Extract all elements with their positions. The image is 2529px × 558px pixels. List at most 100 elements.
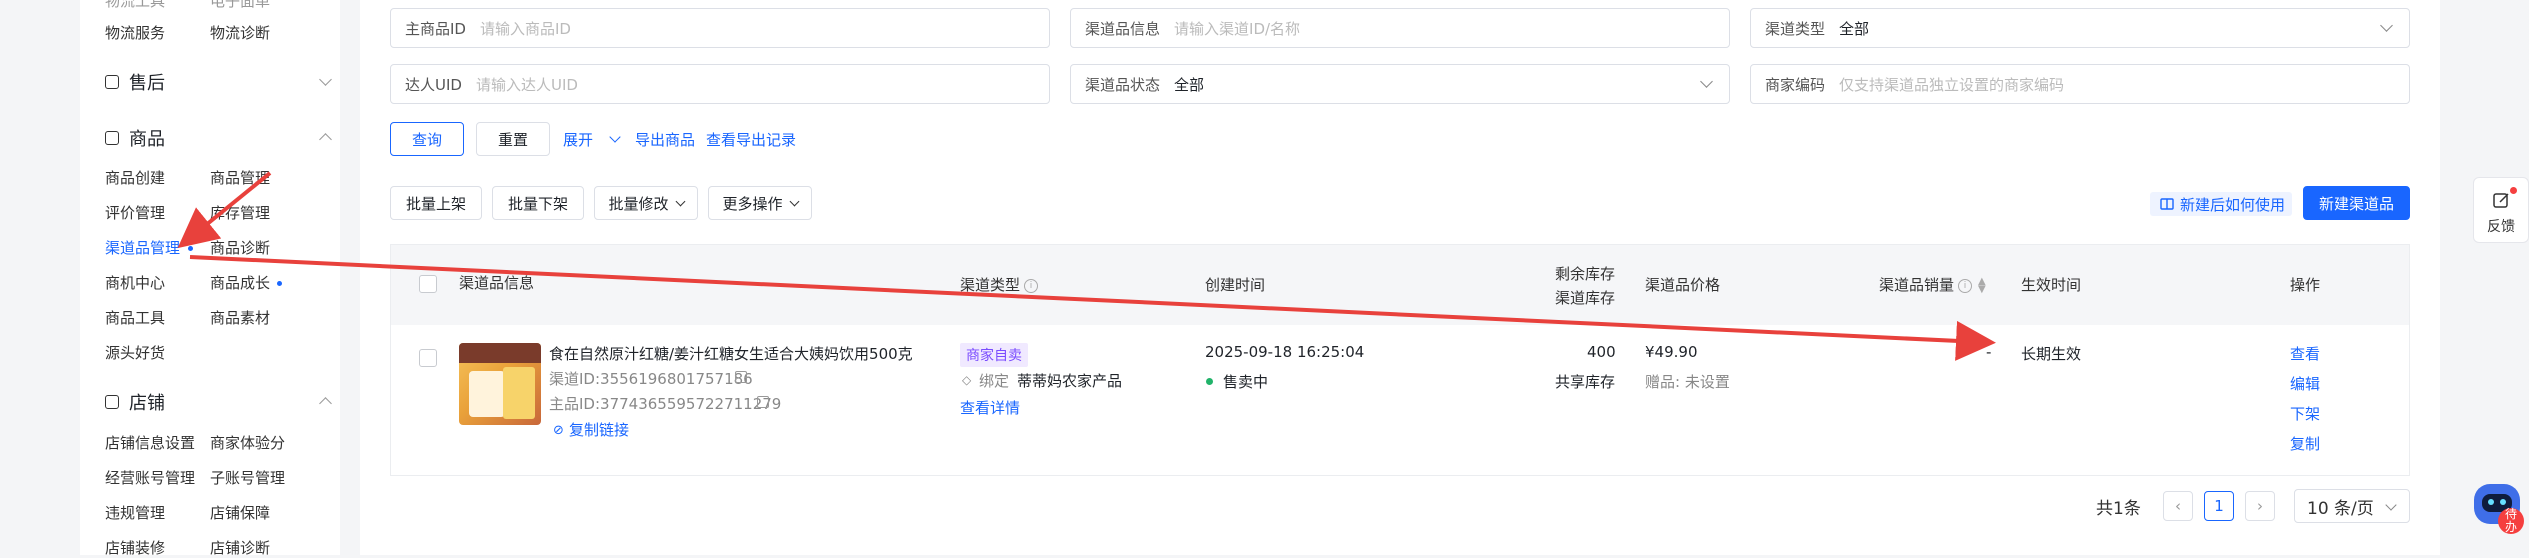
- sidebar-item-product-material[interactable]: 商品素材: [210, 307, 270, 328]
- sidebar-item-review-manage[interactable]: 评价管理: [105, 202, 165, 223]
- batch-on-shelf-button[interactable]: 批量上架: [390, 186, 482, 220]
- page-size-select[interactable]: 10 条/页: [2294, 489, 2410, 523]
- new-dot-indicator: [277, 281, 282, 286]
- copy-button[interactable]: 复制: [2290, 433, 2320, 454]
- sidebar-item-product-diagnosis[interactable]: 商品诊断: [210, 237, 270, 258]
- sidebar-item-product-create[interactable]: 商品创建: [105, 167, 165, 188]
- product-thumbnail[interactable]: [459, 343, 541, 425]
- main-product-id: 主品ID:3774365595722711279: [549, 395, 782, 413]
- edit-icon: [2493, 193, 2509, 208]
- chevron-down-icon: [319, 73, 332, 86]
- sidebar-item-logistics-diagnosis[interactable]: 物流诊断: [210, 22, 270, 43]
- info-icon[interactable]: i: [1024, 278, 1039, 293]
- chevron-up-icon: [319, 397, 332, 410]
- gift-value[interactable]: 赠品: 未设置: [1645, 371, 1730, 392]
- header-sales: 渠道品销量 i ▲ ▼: [1879, 274, 1986, 295]
- prev-page-button[interactable]: ‹: [2163, 491, 2193, 521]
- sidebar-item-shop-guarantee[interactable]: 店铺保障: [210, 502, 270, 523]
- sidebar-section-shop[interactable]: 店铺: [105, 387, 332, 417]
- howto-label: 新建后如何使用: [2180, 195, 2286, 214]
- view-detail-link[interactable]: 查看详情: [960, 397, 1020, 418]
- sidebar-section-title: 商品: [129, 129, 165, 150]
- row-checkbox[interactable]: [419, 349, 437, 367]
- sidebar-item-violation-manage[interactable]: 违规管理: [105, 502, 165, 523]
- view-button[interactable]: 查看: [2290, 343, 2320, 364]
- field-label: 渠道品状态: [1085, 75, 1161, 94]
- channel-info-field[interactable]: 渠道品信息 请输入渠道ID/名称: [1070, 8, 1730, 48]
- info-icon[interactable]: i: [1958, 278, 1973, 293]
- header-info: 渠道品信息: [459, 274, 535, 292]
- field-placeholder: 请输入渠道ID/名称: [1174, 19, 1301, 38]
- bind-label: 绑定: [979, 372, 1010, 390]
- field-label: 主商品ID: [405, 19, 466, 38]
- header-ops: 操作: [2290, 276, 2321, 294]
- sidebar-section-title: 店铺: [129, 393, 165, 414]
- copy-link[interactable]: 复制链接: [569, 419, 629, 440]
- sidebar-item-experience-score[interactable]: 商家体验分: [210, 432, 285, 453]
- feedback-label: 反馈: [2487, 219, 2515, 235]
- talent-uid-field[interactable]: 达人UID 请输入达人UID: [390, 64, 1050, 104]
- batch-off-shelf-button[interactable]: 批量下架: [492, 186, 584, 220]
- header-created: 创建时间: [1205, 276, 1266, 294]
- merchant-code-field[interactable]: 商家编码 仅支持渠道品独立设置的商家编码: [1750, 64, 2410, 104]
- query-button[interactable]: 查询: [390, 122, 464, 156]
- sidebar-item-source-goods[interactable]: 源头好货: [105, 342, 165, 363]
- pagination-total: 共1条: [2096, 499, 2141, 519]
- channel-type-select[interactable]: 渠道类型 全部: [1750, 8, 2410, 48]
- view-export-log-link[interactable]: 查看导出记录: [706, 129, 796, 150]
- header-stock-channel: 渠道库存: [1555, 289, 1616, 307]
- create-channel-product-button[interactable]: 新建渠道品: [2303, 186, 2410, 220]
- tag-icon: ◇: [962, 373, 972, 387]
- copy-icon[interactable]: [735, 371, 747, 383]
- product-title[interactable]: 食在自然原汁红糖/姜汁红糖女生适合大姨妈饮用500克: [549, 343, 913, 364]
- field-placeholder: 仅支持渠道品独立设置的商家编码: [1839, 75, 2065, 94]
- next-page-button[interactable]: ›: [2245, 491, 2275, 521]
- expand-link[interactable]: 展开: [563, 129, 593, 150]
- sidebar-item-subaccount-manage[interactable]: 子账号管理: [210, 467, 285, 488]
- sort-icon[interactable]: ▲ ▼: [1978, 276, 1986, 294]
- main-id-field[interactable]: 主商品ID 请输入商品ID: [390, 8, 1050, 48]
- sidebar-section-title: 售后: [129, 73, 165, 94]
- header-price: 渠道品价格: [1645, 276, 1721, 294]
- sidebar-item-channel-product[interactable]: 渠道品管理: [105, 237, 180, 258]
- field-placeholder: 请输入达人UID: [475, 75, 578, 94]
- sidebar-item-logistics-service[interactable]: 物流服务: [105, 22, 165, 43]
- sidebar-item-product-growth[interactable]: 商品成长: [210, 272, 270, 293]
- edit-button[interactable]: 编辑: [2290, 373, 2320, 394]
- sidebar-item-product-manage[interactable]: 商品管理: [210, 167, 270, 188]
- export-products-link[interactable]: 导出商品: [635, 129, 695, 150]
- price-value: ¥49.90: [1645, 343, 1698, 361]
- status-dot: [1206, 378, 1213, 385]
- channel-type-tag: 商家自卖: [960, 343, 1028, 367]
- sidebar-item-account-manage[interactable]: 经营账号管理: [105, 467, 195, 488]
- sidebar-item-opportunity[interactable]: 商机中心: [105, 272, 165, 293]
- assistant-bot[interactable]: 待办: [2470, 478, 2526, 534]
- batch-edit-button[interactable]: 批量修改: [594, 186, 698, 220]
- sidebar-item-logistics-tools[interactable]: 物流工具: [105, 0, 165, 11]
- channel-status-select[interactable]: 渠道品状态 全部: [1070, 64, 1730, 104]
- sidebar-item-shop-info[interactable]: 店铺信息设置: [105, 432, 195, 453]
- page-1-button[interactable]: 1: [2204, 491, 2234, 521]
- stock-value: 400: [1587, 343, 1616, 361]
- copy-icon[interactable]: [757, 396, 769, 408]
- chevron-down-icon: [2385, 499, 2397, 511]
- select-all-checkbox[interactable]: [419, 275, 437, 293]
- more-actions-button[interactable]: 更多操作: [708, 186, 812, 220]
- chevron-down-icon: [789, 196, 799, 206]
- sidebar-section-after-sale[interactable]: 售后: [105, 67, 332, 97]
- created-time: 2025-09-18 16:25:04: [1205, 343, 1365, 361]
- howto-guide-link[interactable]: 新建后如何使用: [2150, 192, 2292, 216]
- field-value: 全部: [1174, 75, 1205, 94]
- header-type: 渠道类型 i: [960, 274, 1039, 295]
- off-shelf-button[interactable]: 下架: [2290, 403, 2320, 424]
- book-icon: [2160, 198, 2174, 210]
- feedback-button[interactable]: 反馈: [2473, 177, 2529, 243]
- sidebar-item-stock-manage[interactable]: 库存管理: [210, 202, 270, 223]
- sidebar-item-waybill[interactable]: 电子面单: [210, 0, 270, 11]
- sidebar-item-product-tools[interactable]: 商品工具: [105, 307, 165, 328]
- after-sale-icon: [105, 75, 119, 89]
- bind-value: 蒂蒂妈农家产品: [1017, 372, 1123, 390]
- chevron-up-icon: [319, 133, 332, 146]
- sidebar-section-product[interactable]: 商品: [105, 123, 332, 153]
- reset-button[interactable]: 重置: [476, 122, 550, 156]
